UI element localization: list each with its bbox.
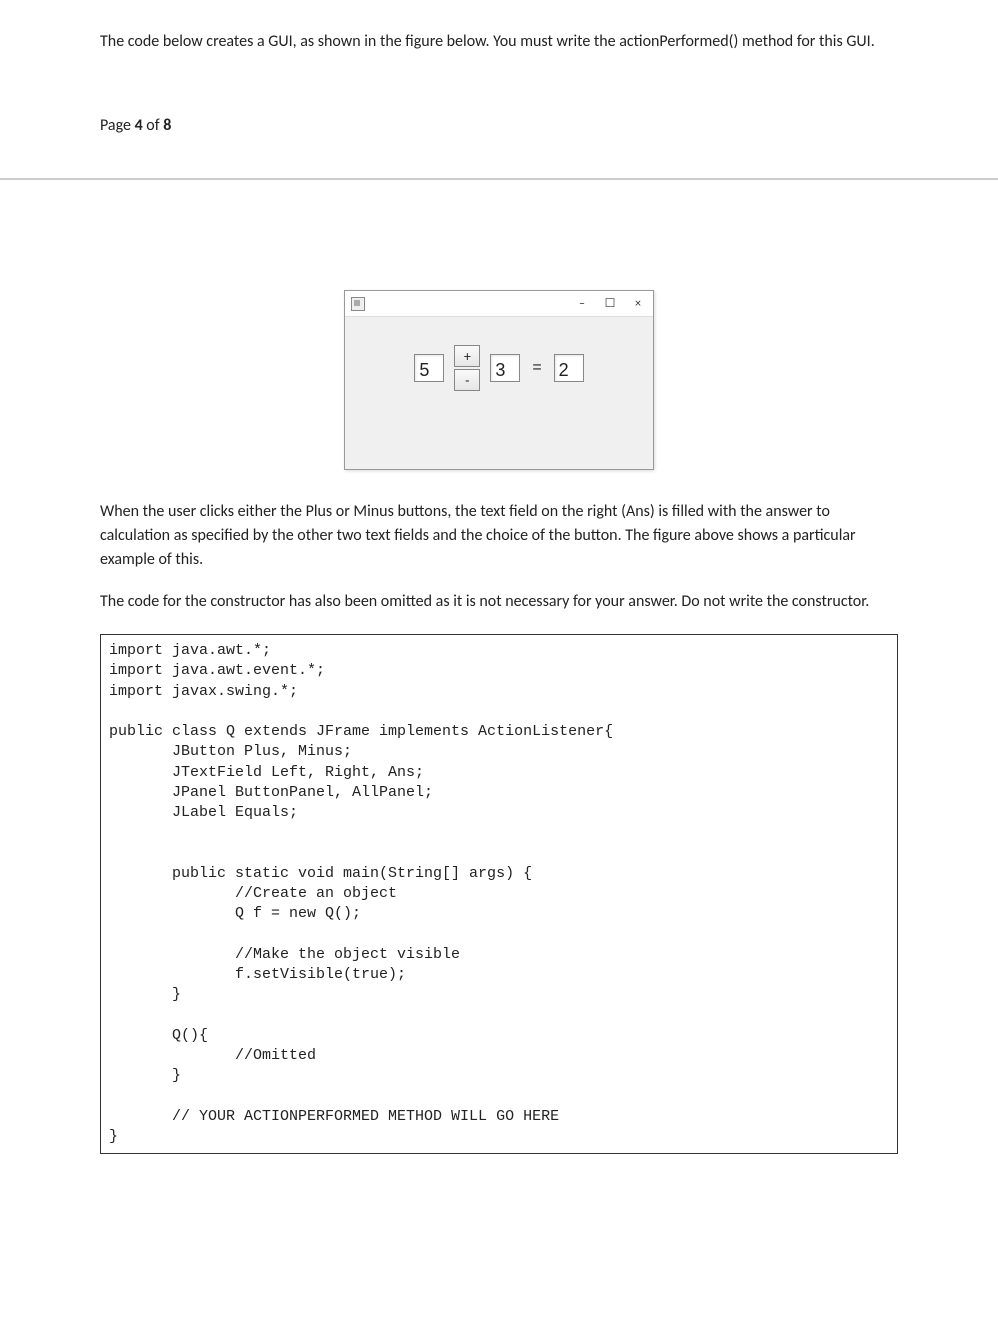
minimize-button[interactable]: – — [573, 296, 591, 312]
equals-label: = — [530, 356, 543, 380]
intro-paragraph: The code below creates a GUI, as shown i… — [100, 30, 898, 54]
maximize-button[interactable]: ☐ — [601, 296, 619, 312]
description-paragraph: When the user clicks either the Plus or … — [100, 500, 898, 572]
ans-textfield[interactable]: 2 — [554, 354, 584, 382]
page-break-divider — [0, 178, 998, 180]
plus-button[interactable]: + — [454, 345, 480, 367]
right-textfield[interactable]: 3 — [490, 354, 520, 382]
page-total: 8 — [163, 116, 171, 135]
titlebar: – ☐ × — [345, 291, 653, 317]
page-mid: of — [143, 116, 164, 135]
page-prefix: Page — [100, 116, 135, 135]
button-panel: + - — [454, 345, 480, 391]
minus-button[interactable]: - — [454, 369, 480, 391]
close-button[interactable]: × — [629, 296, 647, 312]
java-app-icon — [351, 297, 365, 311]
gui-body: 5 + - 3 = 2 — [345, 317, 653, 391]
gui-window: – ☐ × 5 + - 3 = 2 — [344, 290, 654, 470]
page-number: Page 4 of 8 — [100, 114, 898, 138]
code-block: import java.awt.*; import java.awt.event… — [100, 634, 898, 1154]
titlebar-controls: – ☐ × — [573, 296, 647, 312]
left-textfield[interactable]: 5 — [414, 354, 444, 382]
instruction-paragraph: The code for the constructor has also be… — [100, 590, 898, 614]
page-current: 4 — [135, 116, 143, 135]
